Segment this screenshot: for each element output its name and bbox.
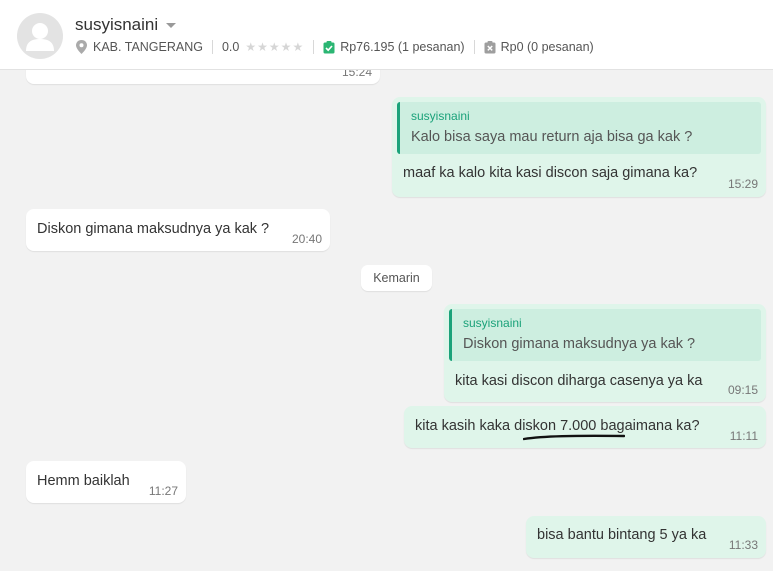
location-text: KAB. TANGERANG	[93, 40, 203, 54]
message-bubble-outgoing[interactable]: susyisnaini Kalo bisa saya mau return aj…	[392, 97, 766, 197]
quote-text: Diskon gimana maksudnya ya kak ?	[463, 336, 696, 352]
day-separator: Kemarin	[361, 265, 432, 291]
clipboard-cancel-icon	[484, 40, 496, 53]
star-icon: ★	[268, 40, 280, 54]
location-pin-icon	[76, 40, 87, 54]
quoted-reply[interactable]: susyisnaini Kalo bisa saya mau return aj…	[397, 102, 761, 154]
message-bubble-incoming[interactable]: Hemm baiklah 11:27	[26, 461, 186, 503]
divider	[473, 40, 475, 54]
quote-author: susyisnaini	[411, 109, 470, 123]
quote-text: Kalo bisa saya mau return aja bisa ga ka…	[411, 129, 693, 145]
message-time: 09:15	[727, 383, 758, 397]
divider	[211, 40, 213, 54]
quote-author: susyisnaini	[463, 316, 522, 330]
message-text: Hemm baiklah	[37, 473, 130, 489]
message-time: 11:11	[729, 429, 758, 443]
message-bubble-outgoing[interactable]: susyisnaini Diskon gimana maksudnya ya k…	[444, 304, 766, 402]
star-icon: ★	[245, 40, 257, 54]
message-text: kita kasih kaka diskon 7.000 bagaimana k…	[415, 418, 700, 434]
star-icon: ★	[257, 40, 268, 54]
message-time: 20:40	[291, 232, 322, 246]
rating-value: 0.0	[221, 40, 240, 54]
handwritten-underline	[523, 434, 625, 441]
star-icon: ★	[292, 40, 304, 54]
message-text: Diskon gimana maksudnya ya kak ?	[37, 221, 270, 237]
message-time: 11:27	[148, 484, 178, 498]
cancelled-orders: Rp0 (0 pesanan)	[500, 40, 594, 54]
clipboard-check-icon	[323, 40, 335, 53]
chat-header: susyisnaini KAB. TANGERANG 0.0 ★ ★ ★ ★ ★	[0, 0, 773, 70]
chevron-down-icon[interactable]	[166, 22, 177, 28]
message-text: maaf ka kalo kita kasi discon saja giman…	[403, 165, 698, 181]
message-bubble-incoming[interactable]: Diskon gimana maksudnya ya kak ? 20:40	[26, 209, 330, 251]
divider	[313, 40, 315, 54]
message-time: 15:29	[727, 177, 758, 191]
message-bubble-outgoing[interactable]: bisa bantu bintang 5 ya ka 11:33	[526, 516, 766, 558]
avatar[interactable]	[17, 13, 63, 59]
star-icon: ★	[280, 40, 292, 54]
quoted-reply[interactable]: susyisnaini Diskon gimana maksudnya ya k…	[449, 309, 761, 361]
rating-stars: ★ ★ ★ ★ ★	[245, 41, 304, 53]
username[interactable]: susyisnaini	[75, 15, 158, 35]
completed-orders: Rp76.195 (1 pesanan)	[340, 40, 465, 54]
message-text: bisa bantu bintang 5 ya ka	[537, 527, 707, 543]
message-text: kita kasi discon diharga casenya ya ka	[455, 373, 703, 389]
message-bubble-outgoing[interactable]: kita kasih kaka diskon 7.000 bagaimana k…	[404, 406, 766, 448]
user-silhouette-icon	[26, 23, 54, 51]
message-time: 11:33	[728, 538, 758, 552]
